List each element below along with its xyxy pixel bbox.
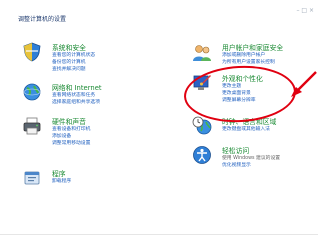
link-item[interactable]: 使用 Windows 建议的设置 — [222, 155, 280, 162]
window-controls[interactable]: – □ × — [296, 7, 314, 14]
link-item[interactable]: 查看设备和打印机 — [52, 126, 90, 133]
divider — [0, 234, 318, 235]
category-name[interactable]: 硬件和声音 — [52, 116, 86, 126]
clock-globe-icon — [192, 116, 212, 136]
link-item[interactable]: 更改键盘或其他输入法 — [222, 126, 270, 133]
category-name[interactable]: 网络和 Internet — [52, 82, 102, 92]
page-title: 调整计算机的设置 — [18, 16, 67, 23]
link-item[interactable]: 查找并解决问题 — [52, 66, 95, 73]
link-item[interactable]: 查看您的计算机状态 — [52, 52, 95, 59]
category-name[interactable]: 用户帐户和家庭安全 — [222, 42, 283, 52]
category-name[interactable]: 程序 — [52, 168, 66, 178]
link-item[interactable]: 备份您的计算机 — [52, 59, 95, 66]
link-item[interactable]: 优化视频显示 — [222, 162, 280, 169]
globe-network-icon — [22, 82, 42, 102]
arrow-pointer-icon — [291, 71, 317, 97]
link-item[interactable]: 调整常用移动设置 — [52, 140, 90, 147]
link-item[interactable]: 添加设备 — [52, 133, 90, 140]
link-item[interactable]: 选择家庭组和共享选项 — [52, 99, 100, 106]
category-name[interactable]: 轻松访问 — [222, 145, 249, 155]
link-item[interactable]: 查看网络状态和任务 — [52, 92, 100, 99]
category-name[interactable]: 系统和安全 — [52, 42, 86, 52]
users-icon — [192, 42, 212, 62]
control-panel-page: 调整计算机的设置 – □ × 系统和安全 查看您的计算机状态 备份您的计算机 查… — [0, 0, 318, 245]
shield-icon — [22, 42, 42, 62]
programs-icon — [22, 168, 42, 188]
ease-of-access-icon — [192, 145, 212, 165]
printer-icon — [22, 116, 42, 136]
link-item[interactable]: 添加或删除用户帐户 — [222, 52, 275, 59]
link-item[interactable]: 卸载程序 — [52, 178, 71, 185]
